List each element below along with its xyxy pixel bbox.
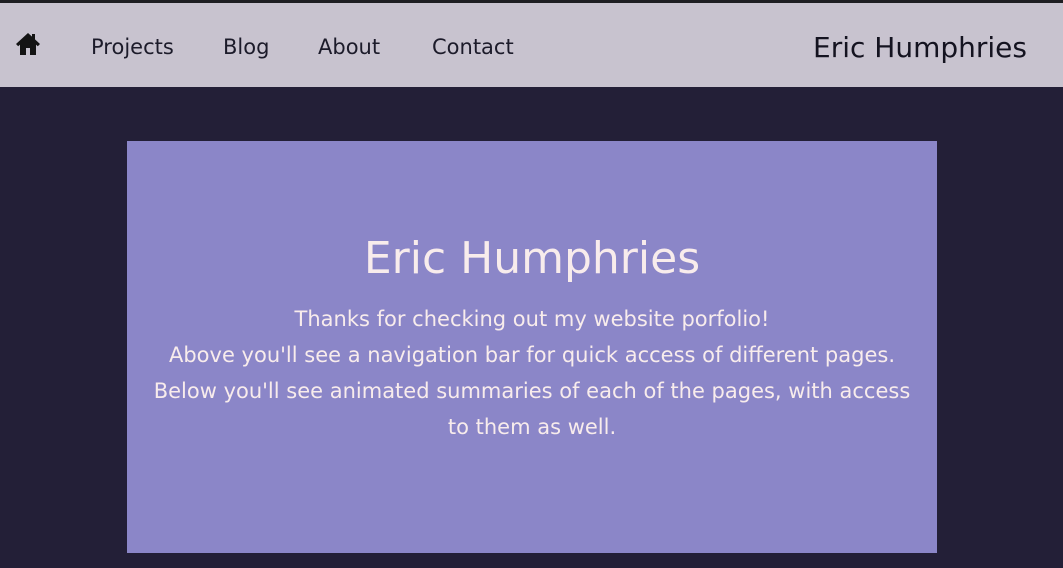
navbar: Projects Blog About Contact Eric Humphri… <box>0 3 1063 87</box>
home-link[interactable] <box>14 30 42 58</box>
hero-text: Thanks for checking out my website porfo… <box>152 301 912 445</box>
hero-line-thanks: Thanks for checking out my website porfo… <box>294 307 770 331</box>
hero-line-summaries: Below you'll see animated summaries of e… <box>153 379 911 439</box>
site-brand: Eric Humphries <box>813 31 1027 64</box>
hero-title: Eric Humphries <box>363 233 701 284</box>
nav-link-blog[interactable]: Blog <box>223 33 269 61</box>
hero-line-navigation: Above you'll see a navigation bar for qu… <box>168 343 895 367</box>
hero-panel: Eric Humphries Thanks for checking out m… <box>127 141 937 553</box>
nav-link-contact[interactable]: Contact <box>432 33 514 61</box>
nav-link-projects[interactable]: Projects <box>91 33 174 61</box>
home-icon <box>16 33 40 55</box>
nav-link-about[interactable]: About <box>318 33 380 61</box>
